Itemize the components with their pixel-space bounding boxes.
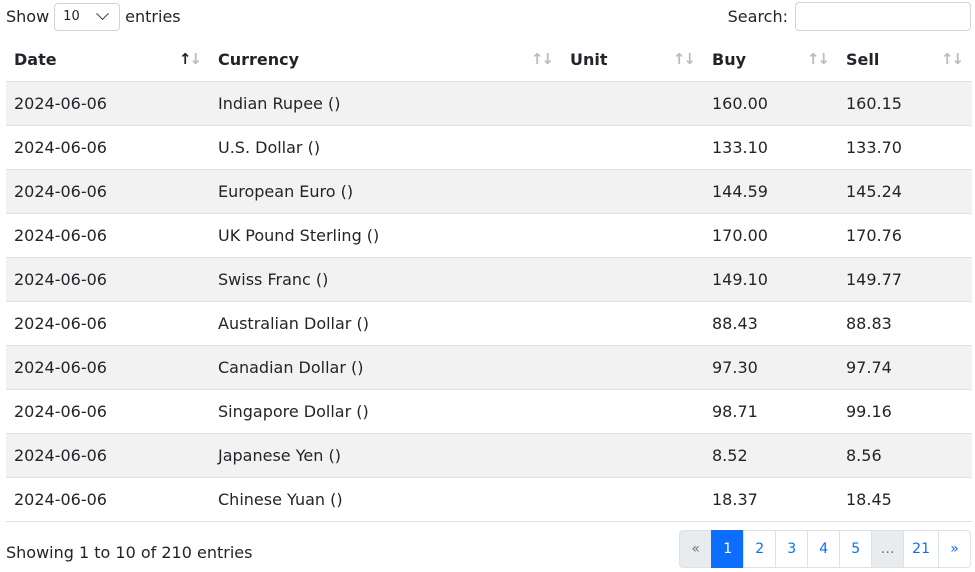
cell-buy: 8.52 xyxy=(704,433,838,478)
cell-sell: 145.24 xyxy=(838,169,972,214)
cell-buy: 98.71 xyxy=(704,389,838,434)
cell-date: 2024-06-06 xyxy=(6,301,210,346)
page-button-5[interactable]: 5 xyxy=(839,530,873,568)
next-page-button[interactable]: » xyxy=(938,530,971,568)
cell-sell: 133.70 xyxy=(838,125,972,170)
cell-buy: 144.59 xyxy=(704,169,838,214)
cell-unit xyxy=(562,433,704,478)
column-header-label: Unit xyxy=(570,49,608,69)
cell-buy: 133.10 xyxy=(704,125,838,170)
cell-date: 2024-06-06 xyxy=(6,257,210,302)
sort-icon: ↑↓ xyxy=(178,50,202,68)
cell-date: 2024-06-06 xyxy=(6,477,210,522)
cell-date: 2024-06-06 xyxy=(6,389,210,434)
cell-buy: 88.43 xyxy=(704,301,838,346)
cell-unit xyxy=(562,301,704,346)
cell-date: 2024-06-06 xyxy=(6,213,210,258)
cell-sell: 18.45 xyxy=(838,477,972,522)
cell-sell: 88.83 xyxy=(838,301,972,346)
page-button-2[interactable]: 2 xyxy=(743,530,777,568)
show-label: Show xyxy=(6,7,50,26)
table-row: 2024-06-06 Canadian Dollar () 97.30 97.7… xyxy=(6,345,972,390)
cell-currency: U.S. Dollar () xyxy=(210,125,562,170)
column-header-date[interactable]: Date ↑↓ xyxy=(6,37,210,82)
column-header-unit[interactable]: Unit ↑↓ xyxy=(562,37,704,82)
cell-sell: 170.76 xyxy=(838,213,972,258)
search-label: Search: xyxy=(727,7,788,26)
cell-currency: Japanese Yen () xyxy=(210,433,562,478)
table-row: 2024-06-06 Singapore Dollar () 98.71 99.… xyxy=(6,389,972,434)
cell-unit xyxy=(562,257,704,302)
page-ellipsis: … xyxy=(871,530,905,568)
cell-date: 2024-06-06 xyxy=(6,433,210,478)
table-info: Showing 1 to 10 of 210 entries xyxy=(6,543,253,562)
sort-icon: ↑↓ xyxy=(672,50,696,68)
table-row: 2024-06-06 Japanese Yen () 8.52 8.56 xyxy=(6,433,972,478)
cell-currency: Singapore Dollar () xyxy=(210,389,562,434)
cell-unit xyxy=(562,389,704,434)
cell-unit xyxy=(562,81,704,126)
column-header-label: Buy xyxy=(712,49,747,69)
cell-sell: 97.74 xyxy=(838,345,972,390)
cell-date: 2024-06-06 xyxy=(6,81,210,126)
entries-label: entries xyxy=(125,7,181,26)
table-row: 2024-06-06 Swiss Franc () 149.10 149.77 xyxy=(6,257,972,302)
cell-unit xyxy=(562,477,704,522)
table-header-row: Date ↑↓ Currency ↑↓ Unit ↑↓ Buy ↑↓ Sell … xyxy=(6,37,972,82)
cell-currency: Chinese Yuan () xyxy=(210,477,562,522)
sort-icon: ↑↓ xyxy=(806,50,830,68)
page-button-1[interactable]: 1 xyxy=(711,530,745,568)
table-row: 2024-06-06 European Euro () 144.59 145.2… xyxy=(6,169,972,214)
cell-buy: 170.00 xyxy=(704,213,838,258)
cell-currency: Swiss Franc () xyxy=(210,257,562,302)
column-header-currency[interactable]: Currency ↑↓ xyxy=(210,37,562,82)
table-row: 2024-06-06 Chinese Yuan () 18.37 18.45 xyxy=(6,477,972,522)
cell-buy: 149.10 xyxy=(704,257,838,302)
cell-date: 2024-06-06 xyxy=(6,169,210,214)
cell-sell: 160.15 xyxy=(838,81,972,126)
cell-currency: European Euro () xyxy=(210,169,562,214)
table-row: 2024-06-06 Australian Dollar () 88.43 88… xyxy=(6,301,972,346)
cell-buy: 160.00 xyxy=(704,81,838,126)
search-input[interactable] xyxy=(795,2,971,31)
cell-unit xyxy=(562,213,704,258)
page-button-21[interactable]: 21 xyxy=(903,530,939,568)
cell-buy: 18.37 xyxy=(704,477,838,522)
column-header-label: Date xyxy=(14,49,57,69)
length-control: Show 10 entries xyxy=(6,2,181,31)
cell-sell: 149.77 xyxy=(838,257,972,302)
cell-sell: 8.56 xyxy=(838,433,972,478)
cell-currency: Canadian Dollar () xyxy=(210,345,562,390)
pagination: « 1 2 3 4 5 … 21 » xyxy=(679,530,971,568)
cell-date: 2024-06-06 xyxy=(6,125,210,170)
chevron-down-icon xyxy=(96,7,110,21)
page-button-4[interactable]: 4 xyxy=(807,530,841,568)
cell-date: 2024-06-06 xyxy=(6,345,210,390)
table-row: 2024-06-06 Indian Rupee () 160.00 160.15 xyxy=(6,81,972,126)
cell-currency: Australian Dollar () xyxy=(210,301,562,346)
entries-per-page-value: 10 xyxy=(63,9,80,24)
sort-icon: ↑↓ xyxy=(940,50,964,68)
column-header-label: Currency xyxy=(218,49,300,69)
cell-buy: 97.30 xyxy=(704,345,838,390)
page-button-3[interactable]: 3 xyxy=(775,530,809,568)
cell-sell: 99.16 xyxy=(838,389,972,434)
search-control: Search: xyxy=(728,2,971,31)
previous-page-button[interactable]: « xyxy=(679,530,713,568)
column-header-label: Sell xyxy=(846,49,880,69)
cell-unit xyxy=(562,345,704,390)
column-header-sell[interactable]: Sell ↑↓ xyxy=(838,37,972,82)
cell-unit xyxy=(562,169,704,214)
sort-icon: ↑↓ xyxy=(530,50,554,68)
entries-per-page-select[interactable]: 10 xyxy=(54,2,121,31)
exchange-rates-table: Date ↑↓ Currency ↑↓ Unit ↑↓ Buy ↑↓ Sell … xyxy=(6,37,972,522)
cell-currency: UK Pound Sterling () xyxy=(210,213,562,258)
column-header-buy[interactable]: Buy ↑↓ xyxy=(704,37,838,82)
cell-unit xyxy=(562,125,704,170)
cell-currency: Indian Rupee () xyxy=(210,81,562,126)
table-row: 2024-06-06 U.S. Dollar () 133.10 133.70 xyxy=(6,125,972,170)
table-row: 2024-06-06 UK Pound Sterling () 170.00 1… xyxy=(6,213,972,258)
